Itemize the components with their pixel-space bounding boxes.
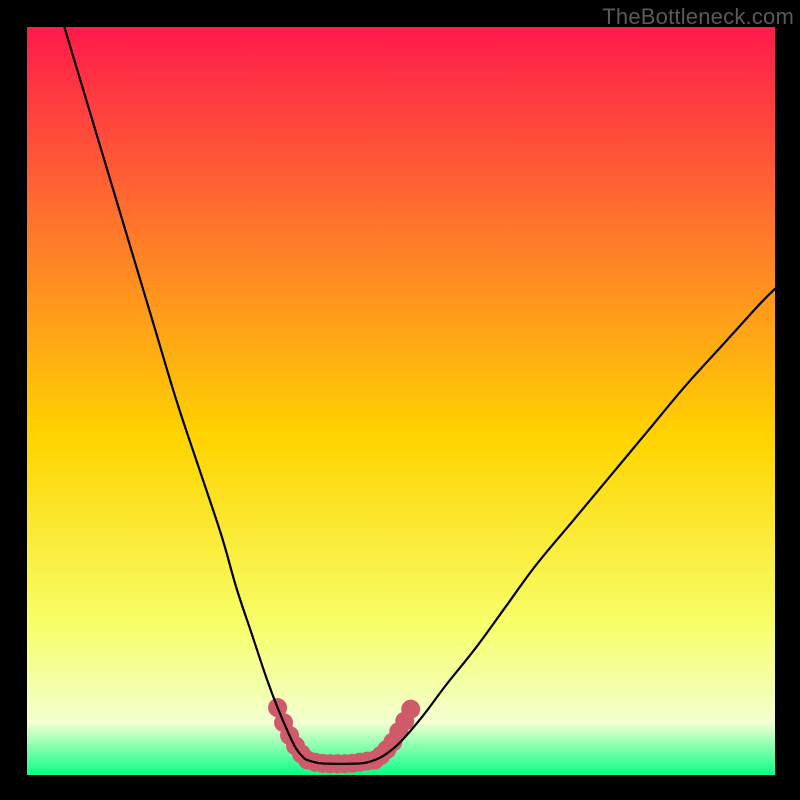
watermark-text: TheBottleneck.com bbox=[602, 4, 794, 30]
gradient-background bbox=[27, 27, 775, 775]
marker-dot bbox=[401, 700, 420, 719]
plot-area bbox=[27, 27, 775, 775]
chart-stage: TheBottleneck.com bbox=[0, 0, 800, 800]
chart-svg bbox=[27, 27, 775, 775]
